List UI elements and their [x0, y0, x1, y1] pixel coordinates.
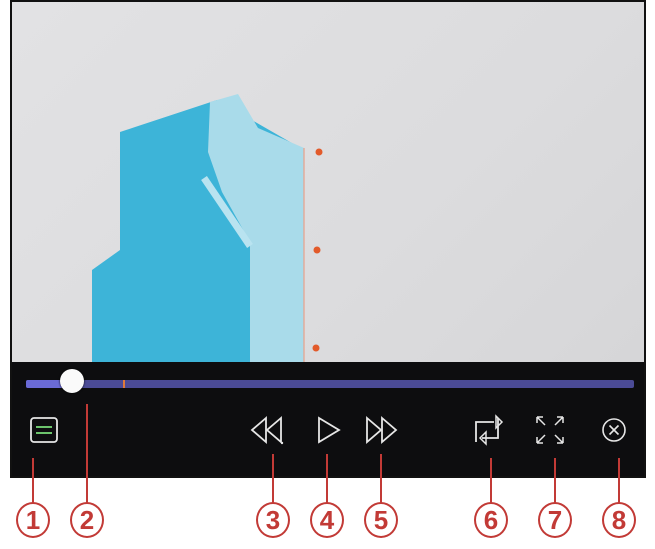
fullscreen-icon [536, 416, 564, 444]
sewing-pattern-animation [92, 94, 323, 362]
menu-button[interactable] [24, 410, 64, 450]
pin-marker [315, 148, 323, 156]
callout-3: 3 [256, 502, 290, 538]
progress-buffered-marker [123, 380, 126, 388]
pin-marker [313, 246, 321, 254]
video-viewport[interactable] [12, 2, 644, 362]
progress-slider-thumb[interactable] [59, 369, 84, 393]
fast-forward-icon [366, 416, 398, 444]
fast-forward-button[interactable] [362, 410, 402, 450]
callout-6: 6 [474, 502, 508, 538]
close-button[interactable] [594, 410, 634, 450]
control-bar [12, 362, 644, 476]
rewind-button[interactable] [248, 410, 288, 450]
callout-4: 4 [310, 502, 344, 538]
repeat-button[interactable] [467, 410, 507, 450]
menu-icon [30, 417, 58, 443]
callout-leader-line [326, 454, 328, 504]
callout-leader-line [32, 458, 34, 504]
fullscreen-button[interactable] [530, 410, 570, 450]
callout-leader-line [86, 404, 88, 504]
close-icon [602, 418, 626, 442]
callout-leader-line [490, 458, 492, 504]
callout-leader-line [272, 454, 274, 504]
callout-1: 1 [16, 502, 50, 538]
pin-marker [312, 344, 320, 352]
callout-8: 8 [602, 502, 636, 538]
callout-leader-line [554, 458, 556, 504]
rewind-icon [250, 416, 284, 445]
callout-leader-line [618, 458, 620, 504]
progress-track[interactable] [26, 380, 634, 388]
callout-2: 2 [70, 502, 104, 538]
callout-7: 7 [538, 502, 572, 538]
repeat-icon [475, 414, 504, 446]
callout-leader-line [380, 454, 382, 504]
play-button[interactable] [308, 410, 348, 450]
callout-5: 5 [364, 502, 398, 538]
play-icon [318, 416, 341, 444]
